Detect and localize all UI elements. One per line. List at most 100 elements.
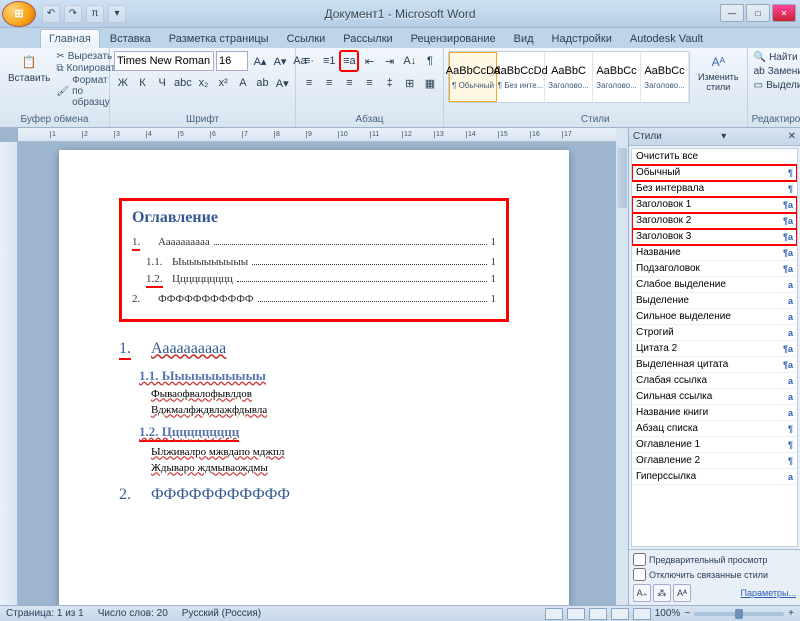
zoom-out-button[interactable]: − [684, 608, 690, 619]
para-btn-1[interactable]: ≡1 [320, 51, 338, 71]
page[interactable]: Оглавление 1.Аааааааааа11.1.Ыыыыыыыыыы11… [59, 150, 569, 605]
qat-button-2[interactable]: π [86, 5, 104, 23]
style-list-item[interactable]: Заголовок 3¶a [632, 229, 797, 245]
tab-рецензирование[interactable]: Рецензирование [403, 30, 504, 48]
style-list-item[interactable]: Выделениеa [632, 293, 797, 309]
zoom-level[interactable]: 100% [655, 608, 681, 619]
para-btn-0[interactable]: ≡· [300, 51, 318, 71]
para-btn-4[interactable]: ⇥ [381, 51, 399, 71]
style-list-item[interactable]: Цитата 2¶a [632, 341, 797, 357]
style-list-item[interactable]: Выделенная цитата¶a [632, 357, 797, 373]
style-gallery-item[interactable]: AaBbCcDd¶ Обычный [449, 52, 497, 102]
toc-row[interactable]: 1.1.Ыыыыыыыыыы1 [132, 255, 496, 268]
style-list-item[interactable]: Абзац списка¶ [632, 421, 797, 437]
style-list-item[interactable]: Слабое выделениеa [632, 277, 797, 293]
style-clear-all[interactable]: Очистить все [632, 149, 797, 165]
manage-styles-button[interactable]: Aᴬ [673, 584, 691, 602]
office-button[interactable]: ⊞ [2, 1, 36, 27]
style-list-item[interactable]: Заголовок 2¶a [632, 213, 797, 229]
style-gallery-item[interactable]: AaBbCcЗаголово... [593, 52, 641, 102]
style-list-item[interactable]: Заголовок 1¶a [632, 197, 797, 213]
tab-разметка-страницы[interactable]: Разметка страницы [161, 30, 277, 48]
horizontal-ruler[interactable]: 1234567891011121314151617 [18, 128, 616, 142]
font-btn2-8[interactable]: A▾ [273, 73, 291, 93]
para-btn2-5[interactable]: ⊞ [401, 73, 419, 93]
status-page[interactable]: Страница: 1 из 1 [6, 608, 84, 619]
new-style-button[interactable]: A₊ [633, 584, 651, 602]
font-btn2-5[interactable]: x² [214, 73, 232, 93]
tab-главная[interactable]: Главная [40, 29, 100, 48]
para-btn-6[interactable]: ¶ [421, 51, 439, 71]
style-gallery-item[interactable]: AaBbCЗаголово... [545, 52, 593, 102]
paste-button[interactable]: 📋 Вставить [4, 51, 54, 108]
tab-вид[interactable]: Вид [506, 30, 542, 48]
vertical-scrollbar[interactable] [616, 128, 628, 605]
para-btn2-3[interactable]: ≡ [360, 73, 378, 93]
toc-row[interactable]: 1.2.Цццццццццц1 [132, 272, 496, 288]
toc-row[interactable]: 1.Аааааааааа1 [132, 235, 496, 251]
zoom-in-button[interactable]: + [788, 608, 794, 619]
style-list-item[interactable]: Название книгиa [632, 405, 797, 421]
para-btn2-0[interactable]: ≡ [300, 73, 318, 93]
zoom-slider[interactable] [694, 612, 784, 616]
pane-dropdown-icon[interactable]: ▾ [721, 131, 726, 142]
view-web-layout[interactable] [589, 608, 607, 620]
para-btn-5[interactable]: A↓ [401, 51, 419, 71]
font-btn-1[interactable]: A▾ [270, 51, 290, 71]
font-name-select[interactable] [114, 51, 214, 71]
para-btn-3[interactable]: ⇤ [360, 51, 378, 71]
style-gallery-item[interactable]: AaBbCcЗаголово... [641, 52, 689, 102]
style-options-link[interactable]: Параметры... [741, 588, 796, 598]
pane-close-icon[interactable]: ✕ [788, 131, 796, 142]
change-styles-button[interactable]: Aᴬ Изменить стили [694, 51, 743, 95]
font-btn2-6[interactable]: A [234, 73, 252, 93]
linked-styles-checkbox[interactable]: Отключить связанные стили [633, 568, 796, 581]
close-button[interactable]: ✕ [772, 4, 796, 22]
style-list-item[interactable]: Оглавление 1¶ [632, 437, 797, 453]
minimize-button[interactable]: — [720, 4, 744, 22]
qat-button-3[interactable]: ▾ [108, 5, 126, 23]
font-btn2-0[interactable]: Ж [114, 73, 132, 93]
para-btn2-1[interactable]: ≡ [320, 73, 338, 93]
qat-button-1[interactable]: ↷ [64, 5, 82, 23]
font-btn2-7[interactable]: ab [254, 73, 272, 93]
style-list-item[interactable]: Сильное выделениеa [632, 309, 797, 325]
font-btn2-4[interactable]: x₂ [195, 73, 213, 93]
style-inspector-button[interactable]: ⁂ [653, 584, 671, 602]
toc-row[interactable]: 2.ФФФФФФФФФФФ1 [132, 292, 496, 305]
font-btn2-3[interactable]: abc [173, 73, 193, 93]
para-btn2-4[interactable]: ‡ [381, 73, 399, 93]
view-outline[interactable] [611, 608, 629, 620]
style-gallery-item[interactable]: AaBbCcDd¶ Без инте... [497, 52, 545, 102]
vertical-ruler[interactable] [0, 142, 18, 605]
style-list-item[interactable]: Гиперссылкаa [632, 469, 797, 485]
tab-рассылки[interactable]: Рассылки [335, 30, 400, 48]
tab-ссылки[interactable]: Ссылки [279, 30, 334, 48]
para-btn2-2[interactable]: ≡ [340, 73, 358, 93]
style-list-item[interactable]: Оглавление 2¶ [632, 453, 797, 469]
view-full-screen[interactable] [567, 608, 585, 620]
style-list-item[interactable]: Слабая ссылкаa [632, 373, 797, 389]
style-list-item[interactable]: Название¶a [632, 245, 797, 261]
view-print-layout[interactable] [545, 608, 563, 620]
replace-button[interactable]: abЗаменить [752, 65, 800, 78]
style-list-item[interactable]: Обычный¶ [632, 165, 797, 181]
status-word-count[interactable]: Число слов: 20 [98, 608, 168, 619]
style-list-item[interactable]: Сильная ссылкаa [632, 389, 797, 405]
style-list-item[interactable]: Подзаголовок¶a [632, 261, 797, 277]
para-btn-2[interactable]: ≡a [340, 51, 358, 71]
find-button[interactable]: 🔍Найти [752, 51, 800, 64]
select-button[interactable]: ▭Выделить [752, 79, 800, 92]
maximize-button[interactable]: □ [746, 4, 770, 22]
tab-надстройки[interactable]: Надстройки [544, 30, 620, 48]
view-draft[interactable] [633, 608, 651, 620]
style-list-item[interactable]: Строгийa [632, 325, 797, 341]
tab-вставка[interactable]: Вставка [102, 30, 159, 48]
font-btn2-1[interactable]: К [134, 73, 152, 93]
style-list-item[interactable]: Без интервала¶ [632, 181, 797, 197]
para-btn2-6[interactable]: ▦ [421, 73, 439, 93]
qat-button-0[interactable]: ↶ [42, 5, 60, 23]
font-size-select[interactable] [216, 51, 248, 71]
tab-autodesk-vault[interactable]: Autodesk Vault [622, 30, 711, 48]
font-btn2-2[interactable]: Ч [153, 73, 171, 93]
